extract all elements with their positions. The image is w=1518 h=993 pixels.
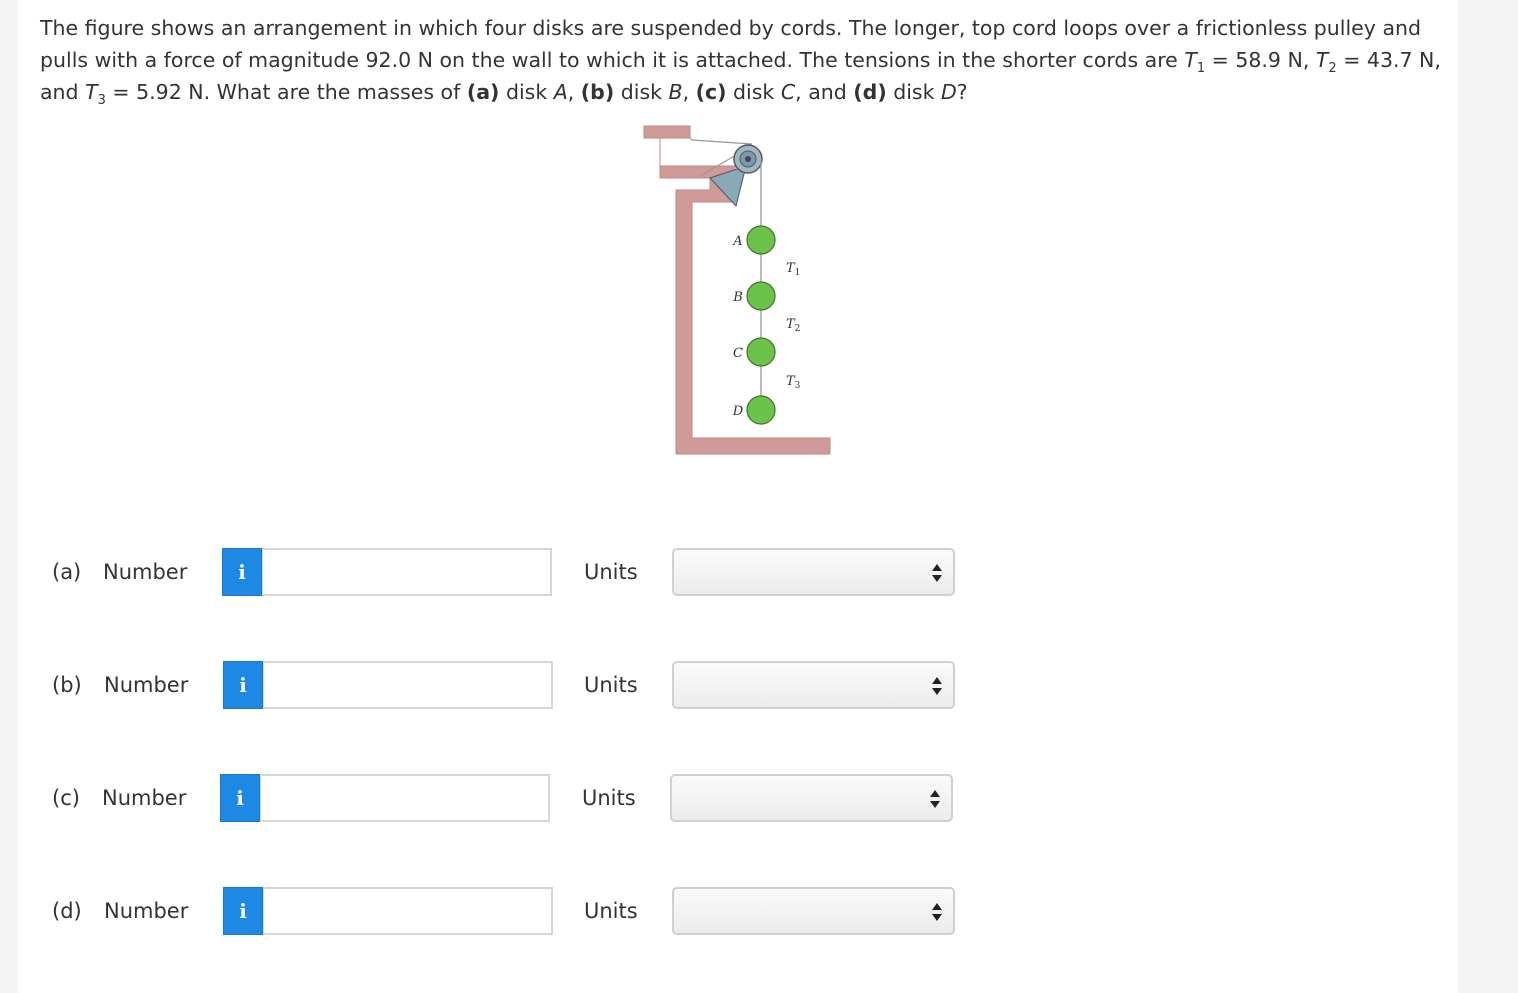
part-label: (d) <box>52 899 82 923</box>
part-label: (b) <box>52 673 82 697</box>
select-arrows-icon <box>930 790 940 808</box>
number-label: Number <box>103 560 188 584</box>
number-input[interactable] <box>263 887 553 935</box>
part-label: (c) <box>52 786 80 810</box>
disk-label-c: C <box>733 346 743 361</box>
answer-row-c: (c) Number i Units <box>52 774 956 824</box>
units-select[interactable] <box>672 661 955 709</box>
units-label: Units <box>584 560 638 584</box>
units-select[interactable] <box>672 887 955 935</box>
number-label: Number <box>104 899 189 923</box>
number-input[interactable] <box>260 774 550 822</box>
units-select[interactable] <box>670 774 953 822</box>
disk-label-b: B <box>732 290 743 305</box>
disk-label-a: A <box>732 234 742 249</box>
select-arrows-icon <box>932 564 942 582</box>
info-icon[interactable]: i <box>223 661 263 709</box>
info-icon[interactable]: i <box>222 548 262 596</box>
answer-row-d: (d) Number i Units <box>52 887 956 937</box>
info-icon[interactable]: i <box>223 887 263 935</box>
tension-label-1: T1 <box>786 261 800 278</box>
info-icon[interactable]: i <box>220 774 260 822</box>
number-label: Number <box>102 786 187 810</box>
disk-label-d: D <box>732 404 744 419</box>
units-label: Units <box>584 899 638 923</box>
select-arrows-icon <box>932 677 942 695</box>
number-input[interactable] <box>263 661 553 709</box>
units-label: Units <box>582 786 636 810</box>
select-arrows-icon <box>932 903 942 921</box>
disk-c <box>746 337 776 367</box>
disk-b <box>746 281 776 311</box>
question-text: The figure shows an arrangement in which… <box>40 16 1441 109</box>
answer-row-a: (a) Number i Units <box>52 548 956 598</box>
pulley-disks-figure: A B C D T1 T2 T3 <box>643 125 831 455</box>
units-select[interactable] <box>672 548 955 596</box>
tension-label-3: T3 <box>786 374 801 391</box>
answer-row-b: (b) Number i Units <box>52 661 956 711</box>
tension-label-2: T2 <box>786 317 800 334</box>
number-label: Number <box>104 673 189 697</box>
top-cord <box>689 137 753 145</box>
part-label: (a) <box>52 560 82 584</box>
units-label: Units <box>584 673 638 697</box>
number-input[interactable] <box>262 548 552 596</box>
disk-d <box>746 395 776 425</box>
disk-a <box>746 225 776 255</box>
